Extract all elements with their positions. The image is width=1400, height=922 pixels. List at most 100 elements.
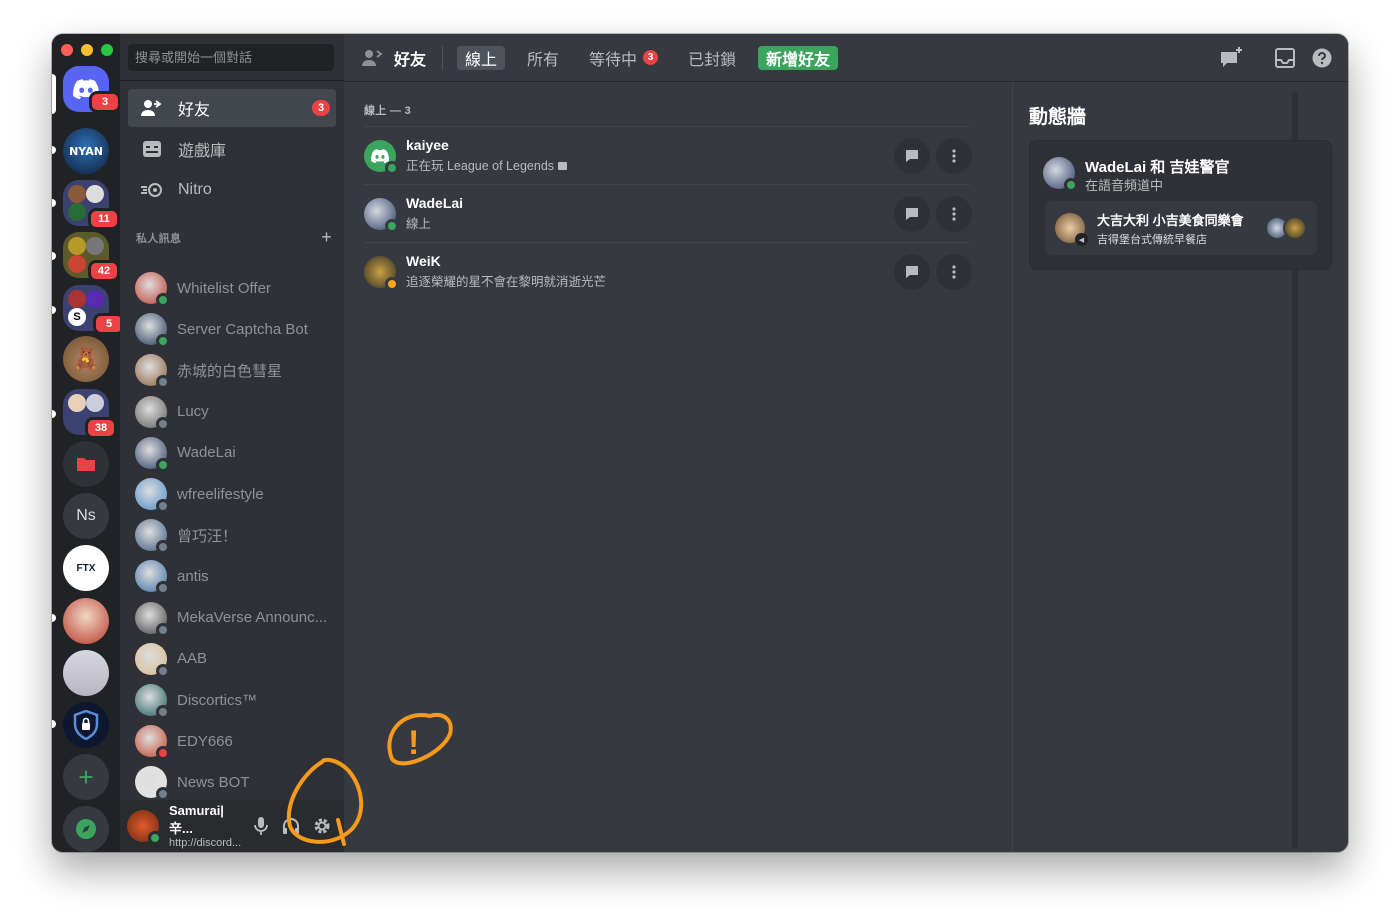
- tab-blocked[interactable]: 已封鎖: [680, 46, 744, 70]
- avatar: [135, 684, 170, 719]
- message-button[interactable]: [894, 195, 930, 232]
- friend-row[interactable]: WadeLai 線上: [364, 184, 972, 242]
- more-button[interactable]: [936, 253, 972, 290]
- dm-item[interactable]: antis: [128, 557, 336, 596]
- dm-item[interactable]: AAB: [128, 640, 336, 678]
- dm-item[interactable]: WadeLai: [128, 434, 336, 472]
- close-window-button[interactable]: [61, 44, 73, 56]
- message-button[interactable]: [894, 253, 930, 290]
- friend-row[interactable]: WeiK 追逐榮耀的星不會在黎明就消逝光芒: [364, 242, 972, 300]
- status-dot: [156, 293, 170, 307]
- friends-toolbar: 好友 線上 所有 等待中 3 已封鎖 新增好友: [344, 34, 1348, 82]
- maximize-window-button[interactable]: [101, 44, 113, 56]
- dm-item[interactable]: Whitelist Offer: [128, 269, 336, 307]
- server-folder-2[interactable]: 42: [63, 232, 120, 282]
- avatar: [135, 395, 170, 431]
- help-icon[interactable]: [1312, 48, 1332, 68]
- tab-all[interactable]: 所有: [519, 46, 567, 70]
- server-ftx[interactable]: FTX: [63, 545, 109, 591]
- dm-name: EDY666: [177, 732, 233, 750]
- server-anime[interactable]: [63, 598, 109, 644]
- avatar: [135, 354, 170, 390]
- annotation-text: !: [408, 724, 419, 762]
- user-info[interactable]: Samurai|辛... http://discord...: [120, 803, 241, 849]
- dm-item[interactable]: Server Captcha Bot: [128, 310, 336, 349]
- dm-name: 赤城的白色彗星: [177, 362, 283, 380]
- friends-icon: [362, 49, 384, 67]
- friend-name: WeiK: [406, 253, 441, 269]
- dm-name: Discortics™: [177, 691, 258, 709]
- more-vertical-icon: [952, 264, 956, 279]
- nitro-icon: [140, 182, 164, 198]
- unread-pill: [52, 252, 56, 260]
- inbox-icon[interactable]: [1275, 48, 1295, 68]
- ns-server-label: Ns: [63, 493, 109, 539]
- tab-online[interactable]: 線上: [457, 45, 506, 70]
- avatar: [135, 272, 170, 307]
- mic-icon[interactable]: [254, 816, 268, 836]
- speaker-icon: ◀: [1075, 233, 1088, 246]
- nav-friends[interactable]: 好友 3: [128, 89, 336, 127]
- nav-friends-label: 好友: [178, 102, 211, 119]
- friends-icon: [140, 99, 164, 117]
- server-red-folder[interactable]: [63, 441, 109, 487]
- unread-pill: [52, 614, 56, 622]
- nav-nitro[interactable]: Nitro: [128, 171, 336, 209]
- tab-pending[interactable]: 等待中 3: [581, 46, 666, 70]
- nav-library[interactable]: 遊戲庫: [128, 130, 336, 168]
- more-vertical-icon: [952, 206, 956, 221]
- more-button[interactable]: [936, 137, 972, 174]
- annotation-circle: [286, 757, 364, 844]
- activity-card-title: WadeLai 和 吉娃警官: [1085, 159, 1230, 176]
- server-snow[interactable]: [63, 650, 109, 696]
- avatar: [135, 519, 170, 555]
- chat-bubble-icon: [906, 149, 918, 162]
- search-input[interactable]: 搜尋或開始一個對話: [128, 44, 334, 71]
- minimize-window-button[interactable]: [81, 44, 93, 56]
- server-folder-4[interactable]: 38: [63, 389, 117, 439]
- server-ns[interactable]: Ns: [63, 493, 109, 539]
- snow-server-icon: [63, 650, 109, 696]
- activity-title: 動態牆: [1029, 107, 1087, 128]
- server-folder-3[interactable]: S 5: [63, 285, 125, 335]
- more-button[interactable]: [936, 195, 972, 232]
- add-dm-plus-icon[interactable]: +: [321, 227, 332, 248]
- dm-item[interactable]: Lucy: [128, 393, 336, 431]
- status-dot: [156, 540, 170, 555]
- home-button[interactable]: 3: [63, 66, 121, 113]
- red-folder-icon: [63, 441, 109, 487]
- server-folder-1[interactable]: 11: [63, 180, 120, 230]
- chat-bubble-icon: [906, 207, 918, 220]
- avatar: [135, 766, 170, 802]
- add-friend-button[interactable]: 新增好友: [758, 45, 839, 70]
- dm-header: 私人訊息 +: [136, 227, 332, 248]
- avatar: [135, 725, 170, 761]
- ftx-server-label: FTX: [63, 545, 109, 591]
- voice-channel-item[interactable]: ◀ 大吉大利 小吉美食同樂會 吉得堡台式傳統早餐店: [1045, 201, 1317, 255]
- server-rail: 3 NYAN 11 42 S 5 🧸 38 Ns FTX +: [52, 34, 125, 852]
- dm-name: 曾巧汪！: [177, 527, 238, 545]
- dm-item[interactable]: 赤城的白色彗星: [128, 351, 336, 390]
- dm-item[interactable]: wfreelifestyle: [128, 475, 336, 513]
- dm-name: News BOT: [177, 773, 250, 791]
- status-dot: [156, 499, 170, 513]
- explore-servers-button[interactable]: [63, 806, 109, 852]
- server-shield[interactable]: [63, 702, 109, 748]
- dm-item[interactable]: MekaVerse Announc...: [128, 599, 336, 637]
- friend-row[interactable]: kaiyee 正在玩 League of Legends: [364, 126, 972, 184]
- anime-server-icon: [63, 598, 109, 644]
- server-bear[interactable]: 🧸: [63, 336, 109, 382]
- annotation-mark: [387, 713, 453, 766]
- nyan-server-icon: NYAN: [63, 128, 109, 174]
- new-group-dm-icon[interactable]: [1219, 46, 1245, 70]
- activity-card[interactable]: WadeLai 和 吉娃警官 在語音頻道中 ◀ 大吉大利 小吉美食同樂會 吉得堡…: [1029, 140, 1332, 270]
- avatar: [364, 255, 399, 291]
- dm-item[interactable]: 曾巧汪！: [128, 516, 336, 555]
- server-nyan[interactable]: NYAN: [63, 128, 109, 174]
- message-button[interactable]: [894, 137, 930, 174]
- add-server-button[interactable]: +: [63, 754, 109, 800]
- activity-feed: 動態牆 WadeLai 和 吉娃警官 在語音頻道中 ◀ 大吉大利 小吉美食同樂會…: [1012, 82, 1348, 852]
- shield-lock-icon: [63, 702, 109, 748]
- online-count-header: 線上 — 3: [364, 105, 412, 117]
- status-dot: [156, 375, 170, 390]
